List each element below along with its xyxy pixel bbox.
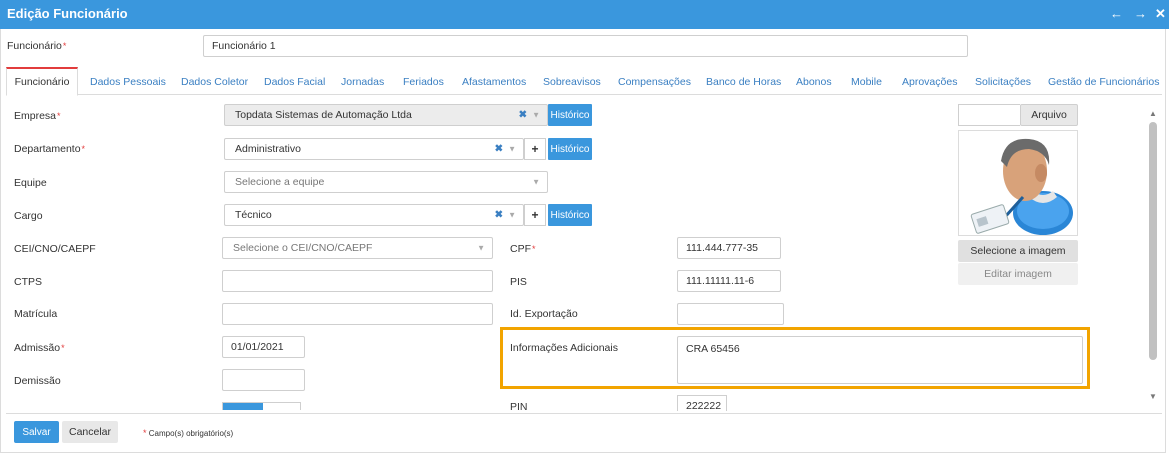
employee-label: Funcionário* xyxy=(7,40,67,52)
required-mark: * xyxy=(143,428,147,438)
informacoes-textarea[interactable]: CRA 65456 xyxy=(677,336,1083,384)
clear-icon[interactable]: ✖ xyxy=(495,210,503,221)
tab-funcionario[interactable]: Funcionário xyxy=(6,67,78,96)
window-titlebar: Edição Funcionário ← → ✕ xyxy=(0,0,1169,29)
scroll-up-icon[interactable]: ▲ xyxy=(1149,109,1157,118)
id-exportacao-input[interactable] xyxy=(677,303,784,325)
clear-icon[interactable]: ✖ xyxy=(495,144,503,155)
cpf-input[interactable]: 111.444.777-35 xyxy=(677,237,781,259)
cargo-value: Técnico xyxy=(235,209,272,221)
cargo-add-button[interactable]: + xyxy=(524,204,546,226)
tab-abonos[interactable]: Abonos xyxy=(796,76,832,88)
close-icon[interactable]: ✕ xyxy=(1155,6,1166,22)
save-button[interactable]: Salvar xyxy=(14,421,59,443)
scrollbar-thumb[interactable] xyxy=(1149,122,1157,360)
empresa-historico-button[interactable]: Histórico xyxy=(548,104,592,126)
admissao-label: Admissão* xyxy=(14,342,65,354)
equipe-label: Equipe xyxy=(14,177,47,189)
cpf-label: CPF* xyxy=(510,243,536,255)
select-image-button[interactable]: Selecione a imagem xyxy=(958,240,1078,262)
demissao-input[interactable] xyxy=(222,369,305,391)
tab-banco-de-horas[interactable]: Banco de Horas xyxy=(706,76,781,88)
cargo-select[interactable]: Técnico ✖ ▼ xyxy=(224,204,524,226)
arrow-left-icon[interactable]: ← xyxy=(1110,6,1123,21)
employee-name-input[interactable]: Funcionário 1 xyxy=(203,35,968,57)
cei-label: CEI/CNO/CAEPF xyxy=(14,243,96,255)
cargo-historico-button[interactable]: Histórico xyxy=(548,204,592,226)
tab-compensacoes[interactable]: Compensações xyxy=(618,76,691,88)
tab-sobreavisos[interactable]: Sobreavisos xyxy=(543,76,601,88)
cei-select[interactable]: Selecione o CEI/CNO/CAEPF ▼ xyxy=(222,237,493,259)
matricula-input[interactable] xyxy=(222,303,493,325)
tab-aprovacoes[interactable]: Aprovações xyxy=(902,76,957,88)
required-note-text: Campo(s) obrigatório(s) xyxy=(148,429,234,438)
scroll-down-icon[interactable]: ▼ xyxy=(1149,392,1157,401)
tab-dados-pessoais[interactable]: Dados Pessoais xyxy=(90,76,166,88)
matricula-label: Matrícula xyxy=(14,308,58,320)
departamento-historico-button[interactable]: Histórico xyxy=(548,138,592,160)
tab-afastamentos[interactable]: Afastamentos xyxy=(462,76,526,88)
pis-label: PIS xyxy=(510,276,527,288)
id-exportacao-label: Id. Exportação xyxy=(510,308,578,320)
required-note: * Campo(s) obrigatório(s) xyxy=(142,428,233,438)
scrollbar[interactable]: ▲ ▼ xyxy=(1146,104,1160,404)
employee-photo xyxy=(958,130,1078,236)
chevron-down-icon: ▼ xyxy=(532,177,540,187)
cancel-button[interactable]: Cancelar xyxy=(62,421,118,443)
empresa-select[interactable]: Topdata Sistemas de Automação Ltda ✖ ▼ xyxy=(224,104,548,126)
tab-solicitacoes[interactable]: Solicitações xyxy=(975,76,1031,88)
departamento-select[interactable]: Administrativo ✖ ▼ xyxy=(224,138,524,160)
tab-jornadas[interactable]: Jornadas xyxy=(341,76,384,88)
file-path-input[interactable] xyxy=(958,104,1020,126)
departamento-label: Departamento* xyxy=(14,143,86,155)
chevron-down-icon: ▼ xyxy=(477,243,485,253)
ctps-label: CTPS xyxy=(14,276,43,288)
cargo-label: Cargo xyxy=(14,210,43,222)
admissao-input[interactable]: 01/01/2021 xyxy=(222,336,305,358)
arquivo-button[interactable]: Arquivo xyxy=(1020,104,1078,126)
tab-feriados[interactable]: Feriados xyxy=(403,76,444,88)
departamento-value: Administrativo xyxy=(235,143,301,155)
chevron-down-icon: ▼ xyxy=(508,144,516,154)
empresa-label: Empresa* xyxy=(14,110,61,122)
chevron-down-icon: ▼ xyxy=(508,210,516,220)
departamento-add-button[interactable]: + xyxy=(524,138,546,160)
ctps-input[interactable] xyxy=(222,270,493,292)
chevron-down-icon: ▼ xyxy=(532,110,540,120)
cei-placeholder: Selecione o CEI/CNO/CAEPF xyxy=(233,242,373,254)
edit-image-button[interactable]: Editar imagem xyxy=(958,263,1078,285)
toggle-switch[interactable] xyxy=(222,402,301,410)
tab-gestao-funcionarios[interactable]: Gestão de Funcionários xyxy=(1048,76,1159,88)
pin-label: PIN xyxy=(510,401,528,411)
pin-label-wrap: PIN xyxy=(510,400,560,411)
equipe-placeholder: Selecione a equipe xyxy=(235,176,325,188)
equipe-select[interactable]: Selecione a equipe ▼ xyxy=(224,171,548,193)
window-title: Edição Funcionário xyxy=(7,6,128,21)
arrow-right-icon[interactable]: → xyxy=(1134,6,1147,21)
demissao-label: Demissão xyxy=(14,375,61,387)
tab-dados-facial[interactable]: Dados Facial xyxy=(264,76,325,88)
tab-mobile[interactable]: Mobile xyxy=(851,76,882,88)
informacoes-label: Informações Adicionais xyxy=(510,342,618,354)
person-icon xyxy=(970,138,1073,235)
empresa-value: Topdata Sistemas de Automação Ltda xyxy=(235,109,412,121)
tab-dados-coletor[interactable]: Dados Coletor xyxy=(181,76,248,88)
clear-icon[interactable]: ✖ xyxy=(519,110,527,121)
pin-input[interactable]: 222222 xyxy=(677,395,727,411)
pis-input[interactable]: 111.11111.11-6 xyxy=(677,270,781,292)
